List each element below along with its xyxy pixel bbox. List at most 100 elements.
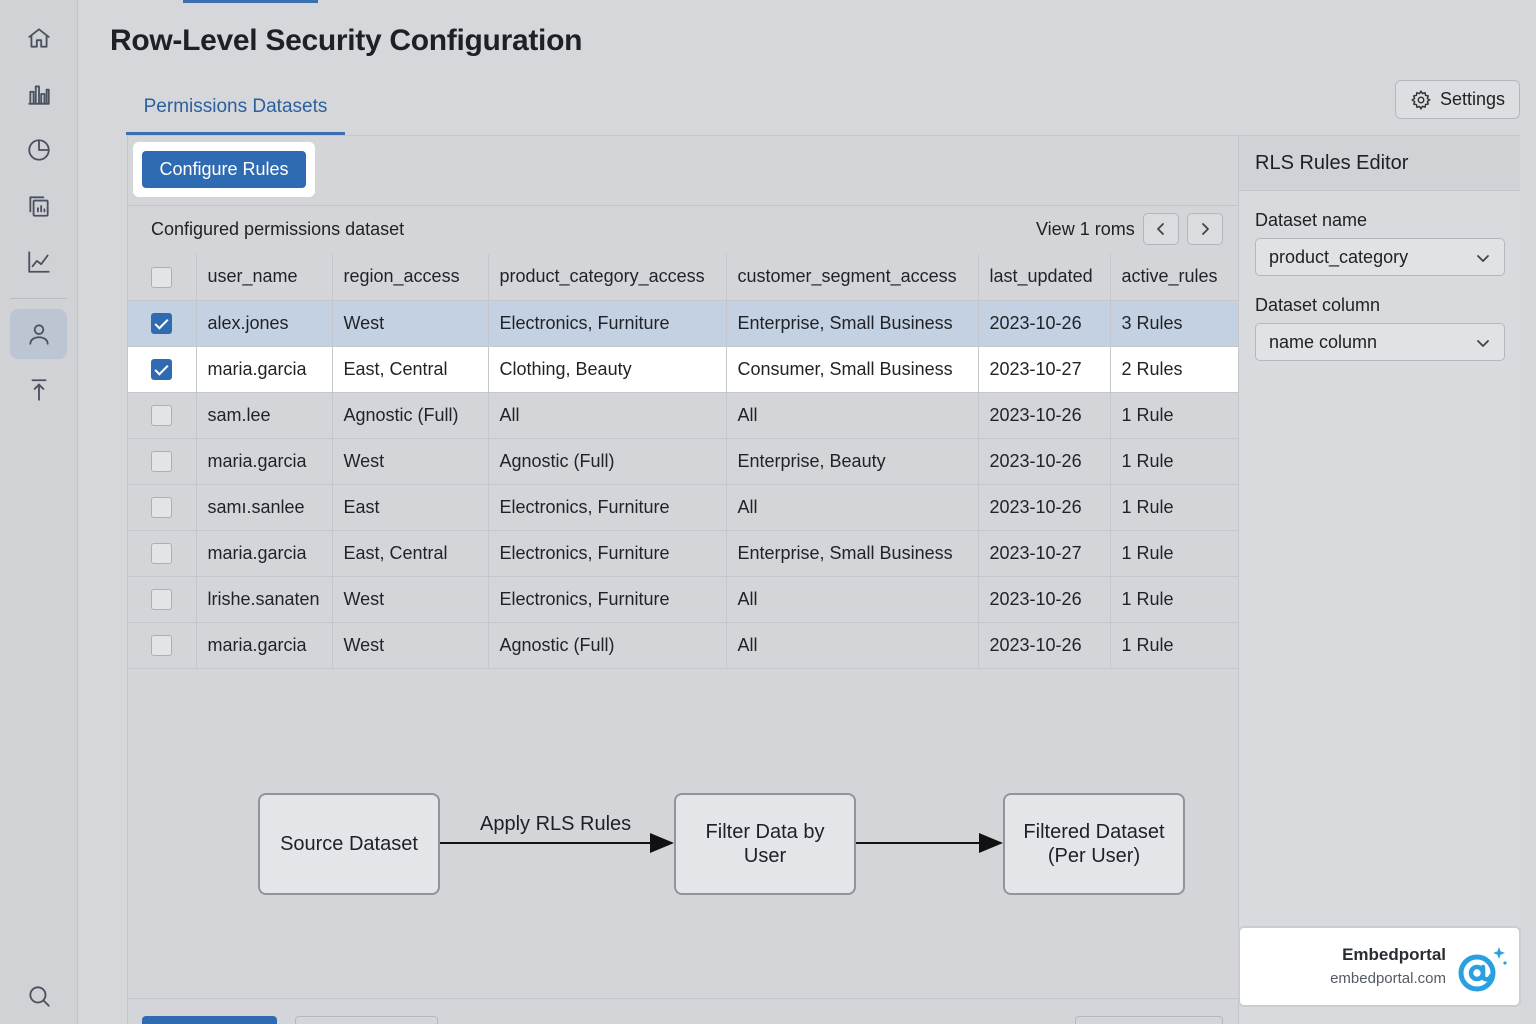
nav-users[interactable] [10, 309, 67, 359]
table-cell-region-access: West [332, 622, 489, 669]
column-header[interactable]: active_rules [1110, 254, 1238, 301]
table-cell-last-updated: 2023-10-27 [978, 346, 1111, 393]
table-cell-customer-segment-access: Enterprise, Small Business [726, 530, 979, 577]
select-all-checkbox[interactable] [151, 266, 173, 288]
nav-charts[interactable] [10, 69, 67, 119]
configure-rules-button[interactable]: Configure Rules [142, 151, 306, 188]
row-checkbox[interactable] [151, 496, 173, 518]
row-select-cell [128, 484, 197, 531]
table-cell-region-access: West [332, 438, 489, 485]
table-cell-product-category-access: Electronics, Furniture [488, 300, 727, 347]
footer-secondary-button[interactable] [295, 1016, 438, 1024]
next-page-button[interactable] [1187, 213, 1223, 245]
gear-icon [1410, 89, 1431, 110]
table-cell-region-access: West [332, 576, 489, 623]
dataset-name-value: product_category [1269, 247, 1409, 267]
table-cell-product-category-access: Clothing, Beauty [488, 346, 727, 393]
nav-home[interactable] [10, 13, 67, 63]
row-select-cell [128, 346, 197, 393]
top-tab-indicator [183, 0, 318, 3]
row-checkbox[interactable] [151, 542, 173, 564]
at-sign-logo-icon [1458, 947, 1507, 992]
chevron-down-icon [1477, 255, 1489, 262]
table-cell-product-category-access: Electronics, Furniture [488, 530, 727, 577]
table-row[interactable]: maria.garcia West Agnostic (Full) Enterpris… [128, 438, 1238, 485]
row-checkbox[interactable] [151, 404, 173, 426]
column-header[interactable]: user_name [196, 254, 333, 301]
table-cell-user-name: sam.lee [196, 392, 333, 439]
table-cell-product-category-access: Electronics, Furniture [488, 484, 727, 531]
table-cell-last-updated: 2023-10-26 [978, 392, 1111, 439]
chevron-right-icon [1202, 223, 1209, 235]
column-header[interactable]: customer_segment_access [726, 254, 979, 301]
upload-icon [31, 379, 46, 401]
nav-upload[interactable] [10, 365, 67, 415]
table-cell-user-name: maria.garcia [196, 346, 333, 393]
row-checkbox[interactable] [151, 634, 173, 656]
rls-rules-editor: RLS Rules Editor Dataset name product_ca… [1238, 136, 1520, 1024]
footer-right-button[interactable] [1075, 1016, 1223, 1024]
nav-divider [10, 298, 67, 299]
table-row[interactable]: maria.garcia East, Central Electronics, Fu… [128, 530, 1238, 577]
row-checkbox[interactable] [151, 450, 173, 472]
table-cell-customer-segment-access: All [726, 484, 979, 531]
table-cell-customer-segment-access: Enterprise, Beauty [726, 438, 979, 485]
row-checkbox[interactable] [151, 358, 173, 380]
nav-trends[interactable] [10, 237, 67, 287]
column-header[interactable]: product_category_access [488, 254, 727, 301]
table-cell-user-name: alex.jones [196, 300, 333, 347]
table-cell-customer-segment-access: Consumer, Small Business [726, 346, 979, 393]
brand-url: embedportal.com [1330, 970, 1446, 987]
table-row[interactable]: samı.sanlee East Electronics, Furniture All… [128, 484, 1238, 531]
dataset-name-select[interactable]: product_category [1255, 238, 1505, 276]
dataset-column-select[interactable]: name column [1255, 323, 1505, 361]
table-cell-last-updated: 2023-10-26 [978, 622, 1111, 669]
table-cell-active-rules: 1 Rule [1110, 392, 1238, 439]
chevron-down-icon [1477, 340, 1489, 347]
bar-chart-icon [27, 85, 50, 105]
nav-rail [0, 0, 78, 1024]
table-row[interactable]: maria.garcia West Agnostic (Full) All 2023-1… [128, 622, 1238, 669]
tab-permissions-datasets[interactable]: Permissions Datasets [126, 92, 345, 135]
table-cell-customer-segment-access: All [726, 576, 979, 623]
footer-divider [128, 998, 1238, 999]
footer-primary-button[interactable] [142, 1016, 277, 1024]
table-cell-product-category-access: All [488, 392, 727, 439]
home-icon [27, 28, 50, 48]
row-checkbox[interactable] [151, 312, 173, 334]
table-cell-active-rules: 3 Rules [1110, 300, 1238, 347]
table-row[interactable]: lrishe.sanaten West Electronics, Furniture… [128, 576, 1238, 623]
flow-apply-label: Apply RLS Rules [480, 813, 632, 835]
line-chart-icon [27, 251, 50, 273]
table-cell-last-updated: 2023-10-26 [978, 438, 1111, 485]
column-header[interactable]: last_updated [978, 254, 1111, 301]
flow-source-dataset: Source Dataset [258, 793, 440, 895]
table-row[interactable]: alex.jones West Electronics, Furniture Ente… [128, 300, 1238, 347]
table-cell-last-updated: 2023-10-26 [978, 484, 1111, 531]
nav-pie[interactable] [10, 125, 67, 175]
settings-label: Settings [1439, 89, 1506, 109]
table-cell-active-rules: 2 Rules [1110, 346, 1238, 393]
table-row[interactable]: sam.lee Agnostic (Full) All All 2023-10-26 1 … [128, 392, 1238, 439]
table-cell-user-name: maria.garcia [196, 622, 333, 669]
table-cell-active-rules: 1 Rule [1110, 484, 1238, 531]
select-all-cell [128, 254, 197, 301]
row-select-cell [128, 300, 197, 347]
prev-page-button[interactable] [1143, 213, 1179, 245]
table-cell-user-name: maria.garcia [196, 438, 333, 485]
nav-search[interactable] [10, 971, 67, 1021]
table-cell-user-name: maria.garcia [196, 530, 333, 577]
row-checkbox[interactable] [151, 588, 173, 610]
nav-reports[interactable] [10, 181, 67, 231]
table-cell-product-category-access: Agnostic (Full) [488, 622, 727, 669]
table-row[interactable]: maria.garcia East, Central Clothing, Beaut… [128, 346, 1238, 393]
table-cell-product-category-access: Electronics, Furniture [488, 576, 727, 623]
search-icon [28, 986, 50, 1007]
settings-button[interactable]: Settings [1395, 80, 1520, 119]
dataset-column-label: Dataset column [1255, 295, 1381, 315]
flow-filtered-dataset: Filtered Dataset (Per User) [1003, 793, 1185, 895]
table-cell-last-updated: 2023-10-26 [978, 576, 1111, 623]
column-header[interactable]: region_access [332, 254, 489, 301]
table-cell-region-access: East, Central [332, 346, 489, 393]
toolbar-divider [128, 205, 1238, 206]
